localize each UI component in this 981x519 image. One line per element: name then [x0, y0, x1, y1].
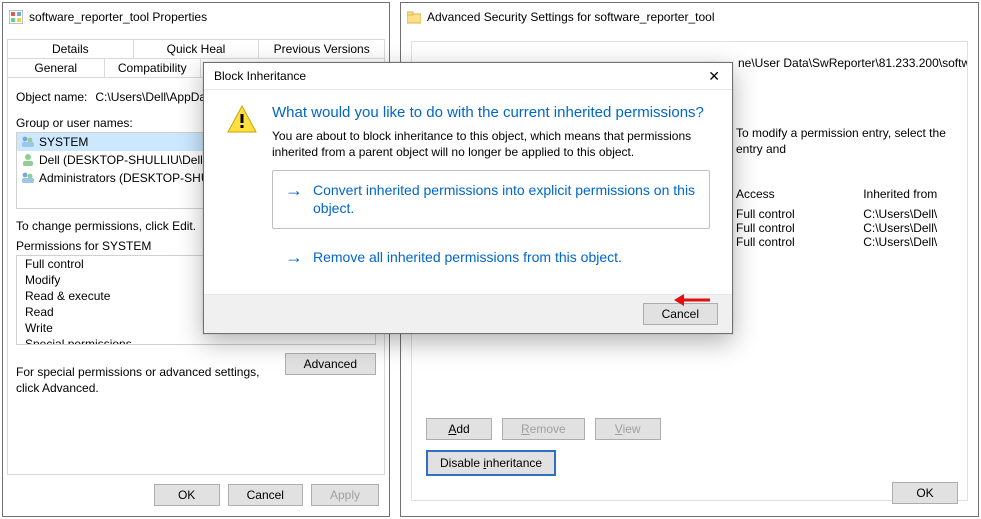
object-name-label: Object name: [16, 90, 87, 104]
user-icon [21, 153, 35, 167]
close-button[interactable]: ✕ [702, 68, 726, 85]
folder-icon [407, 10, 421, 24]
add-button[interactable]: Add [426, 418, 492, 440]
cell-inherited: C:\Users\Dell\ [863, 235, 953, 249]
tab-details[interactable]: Details [7, 39, 134, 58]
perm-row: Special permissions [17, 336, 375, 345]
path-fragment: ne\User Data\SwReporter\81.233.200\softw… [738, 56, 967, 70]
table-row[interactable]: Full controlC:\Users\Dell\ [736, 221, 953, 235]
object-name-value: C:\Users\Dell\AppData [95, 90, 216, 104]
advanced-titlebar[interactable]: Advanced Security Settings for software_… [401, 3, 978, 31]
ok-button[interactable]: OK [154, 484, 220, 506]
dialog-body-text: You are about to block inheritance to th… [272, 129, 710, 160]
group-icon [21, 171, 35, 185]
dialog-question: What would you like to do with the curre… [272, 104, 710, 121]
ok-button[interactable]: OK [892, 482, 958, 504]
tab-general[interactable]: General [7, 58, 105, 77]
list-item-label: Administrators (DESKTOP-SHULL [39, 171, 223, 185]
properties-title: software_reporter_tool Properties [29, 10, 207, 24]
perm-name: Modify [25, 273, 60, 287]
properties-titlebar[interactable]: software_reporter_tool Properties [3, 3, 389, 31]
list-item-label: Dell (DESKTOP-SHULLIU\Dell) [39, 153, 207, 167]
cell-access: Full control [736, 221, 863, 235]
advanced-button[interactable]: Advanced [285, 353, 376, 375]
arrow-right-icon: → [285, 248, 303, 266]
advanced-note: For special permissions or advanced sett… [16, 353, 276, 396]
table-row[interactable]: Full controlC:\Users\Dell\ [736, 235, 953, 249]
tab-compatibility[interactable]: Compatibility [105, 58, 202, 77]
tab-previous-versions[interactable]: Previous Versions [259, 39, 385, 58]
dialog-titlebar[interactable]: Block Inheritance ✕ [204, 63, 732, 90]
perm-name: Read & execute [25, 289, 110, 303]
perm-name: Special permissions [25, 337, 132, 345]
perm-name: Write [25, 321, 53, 335]
warning-icon [226, 104, 258, 136]
column-header-access[interactable]: Access [736, 187, 863, 207]
cancel-button[interactable]: Cancel [228, 484, 303, 506]
cell-inherited: C:\Users\Dell\ [863, 221, 953, 235]
disable-inheritance-button[interactable]: Disable inheritance [426, 450, 556, 476]
cell-access: Full control [736, 207, 863, 221]
remove-button[interactable]: Remove [502, 418, 585, 440]
command-remove-permissions[interactable]: → Remove all inherited permissions from … [272, 237, 710, 271]
perm-name: Full control [25, 257, 84, 271]
tab-quick-heal[interactable]: Quick Heal [134, 39, 260, 58]
cell-access: Full control [736, 235, 863, 249]
command-label: Convert inherited permissions into expli… [313, 181, 697, 217]
command-convert-permissions[interactable]: → Convert inherited permissions into exp… [272, 170, 710, 228]
annotation-red-arrow [674, 293, 710, 307]
advanced-title: Advanced Security Settings for software_… [427, 10, 714, 24]
command-label: Remove all inherited permissions from th… [313, 248, 622, 266]
window-icon [9, 10, 23, 24]
dialog-title: Block Inheritance [210, 69, 306, 83]
cell-inherited: C:\Users\Dell\ [863, 207, 953, 221]
table-row[interactable]: Full controlC:\Users\Dell\ [736, 207, 953, 221]
column-header-inherited[interactable]: Inherited from [863, 187, 953, 207]
block-inheritance-dialog: Block Inheritance ✕ What would you like … [203, 62, 733, 334]
perm-name: Read [25, 305, 54, 319]
apply-button[interactable]: Apply [311, 484, 379, 506]
arrow-right-icon: → [285, 181, 303, 199]
list-item-label: SYSTEM [39, 135, 88, 149]
view-button[interactable]: View [595, 418, 661, 440]
group-icon [21, 135, 35, 149]
